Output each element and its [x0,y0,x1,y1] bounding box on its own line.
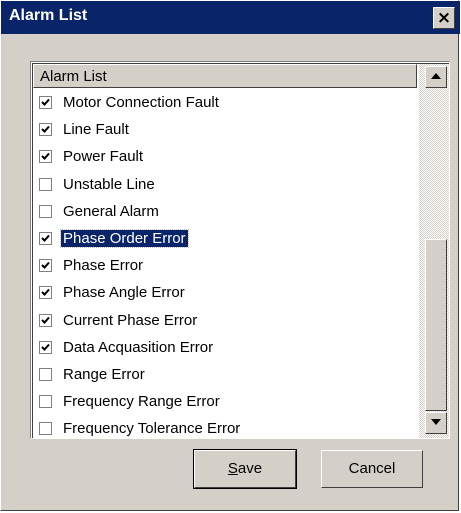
alarm-label: Data Acquasition Error [63,339,214,356]
alarm-checkbox[interactable] [39,178,52,191]
list-item[interactable]: Power Fault [33,144,417,171]
checkmark-icon [41,261,50,269]
alarm-list-viewport: Alarm List Motor Connection Fault Line Fa… [32,63,449,438]
save-button[interactable]: Save [193,449,297,489]
save-label: ave [237,460,263,477]
alarm-list-dialog: Alarm List × Alarm List Motor Connection… [0,0,460,511]
title-bar[interactable]: Alarm List × [1,1,460,34]
scroll-down-button[interactable] [425,412,447,434]
list-item[interactable]: Line Fault [33,117,417,144]
alarm-checkbox[interactable] [39,232,52,245]
checkmark-icon [41,98,50,106]
scrollbar-thumb[interactable] [425,239,447,411]
alarm-checkbox[interactable] [39,150,52,163]
scroll-up-button[interactable] [425,66,447,88]
alarm-label: Phase Angle Error [63,284,185,301]
list-item[interactable]: Phase Order Error [33,226,417,253]
arrow-down-icon [431,419,441,425]
alarm-checkbox[interactable] [39,341,52,354]
alarm-rows: Motor Connection Fault Line Fault Power Fa… [33,90,417,438]
alarm-label: Phase Order Error [60,229,189,248]
close-icon: × [436,8,452,28]
list-item[interactable]: Phase Error [33,253,417,280]
alarm-checkbox[interactable] [39,123,52,136]
checkmark-icon [41,234,50,242]
alarm-checkbox[interactable] [39,422,52,435]
list-item[interactable]: General Alarm [33,199,417,226]
list-item[interactable]: Unstable Line [33,172,417,199]
alarm-label: Frequency Tolerance Error [63,420,241,437]
alarm-checkbox[interactable] [39,286,52,299]
list-item[interactable]: Motor Connection Fault [33,90,417,117]
alarm-checkbox[interactable] [39,259,52,272]
alarm-checkbox[interactable] [39,96,52,109]
list-item[interactable]: Data Acquasition Error [33,335,417,362]
alarm-label: Line Fault [63,121,129,138]
alarm-label: Unstable Line [63,176,155,193]
checkmark-icon [41,343,50,351]
list-item[interactable]: Frequency Tolerance Error [33,416,417,438]
list-header-label: Alarm List [40,68,107,85]
alarm-label: Power Fault [63,148,144,165]
list-item[interactable]: Phase Angle Error [33,280,417,307]
alarm-label: General Alarm [63,203,159,220]
alarm-label: Current Phase Error [63,312,198,329]
cancel-label: Cancel [348,460,396,477]
alarm-label: Motor Connection Fault [63,94,219,111]
alarm-label: Frequency Range Error [63,393,220,410]
alarm-list-box: Alarm List Motor Connection Fault Line Fa… [30,61,450,439]
checkmark-icon [41,316,50,324]
vertical-scrollbar[interactable] [419,64,449,438]
checkmark-icon [41,288,50,296]
alarm-label: Phase Error [63,257,144,274]
list-item[interactable]: Range Error [33,362,417,389]
list-item[interactable]: Current Phase Error [33,308,417,335]
alarm-checkbox[interactable] [39,395,52,408]
save-mnemonic: S [227,460,238,477]
list-item[interactable]: Frequency Range Error [33,389,417,416]
close-button[interactable]: × [433,7,455,29]
arrow-up-icon [431,73,441,79]
alarm-checkbox[interactable] [39,314,52,327]
cancel-button[interactable]: Cancel [321,450,423,488]
checkmark-icon [41,125,50,133]
checkmark-icon [41,152,50,160]
alarm-checkbox[interactable] [39,205,52,218]
alarm-label: Range Error [63,366,145,383]
list-column-header[interactable]: Alarm List [33,64,417,88]
alarm-checkbox[interactable] [39,368,52,381]
window-title: Alarm List [9,7,88,24]
